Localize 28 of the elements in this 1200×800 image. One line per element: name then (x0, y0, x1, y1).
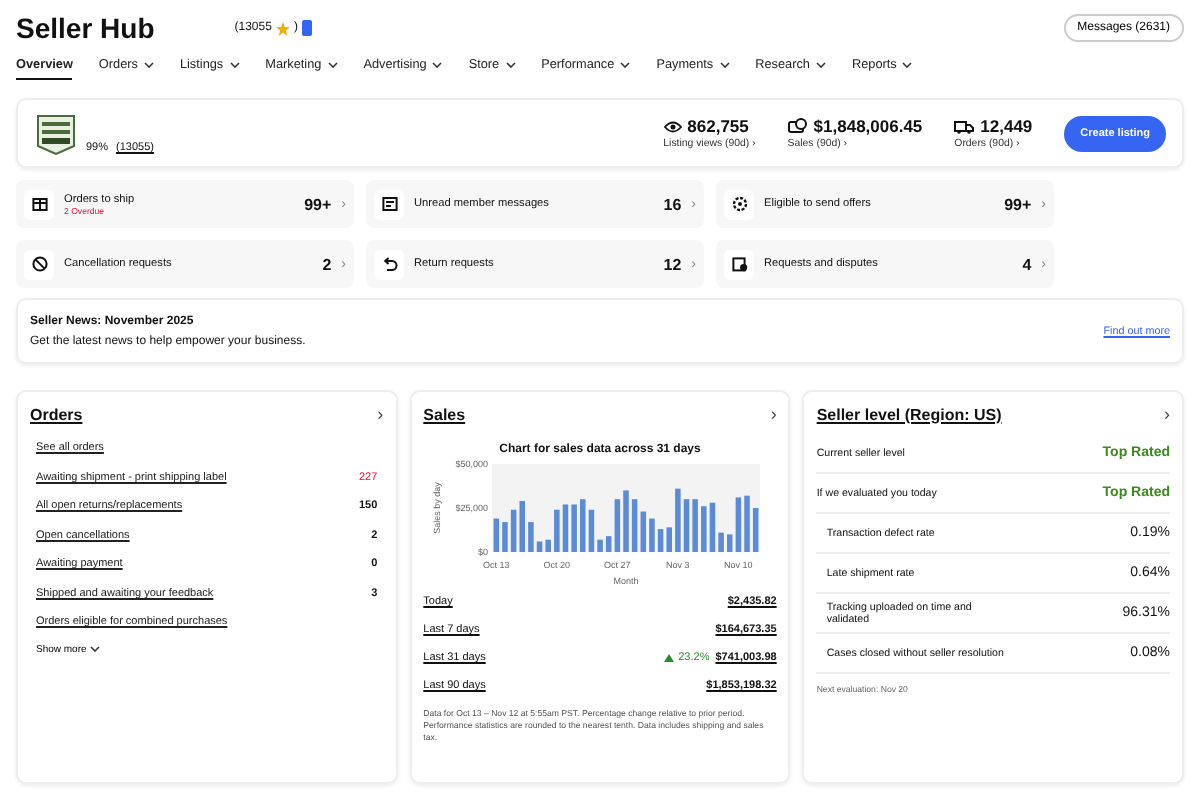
task-count: 99+ (304, 195, 332, 213)
task-count: 16 (663, 195, 682, 213)
eye-icon (663, 119, 682, 133)
star-icon (275, 21, 290, 35)
card-title[interactable]: Sales (423, 405, 466, 423)
box-icon (31, 196, 47, 212)
undo-icon (381, 256, 397, 272)
task-count: 12 (663, 255, 682, 273)
card-title[interactable]: Orders (30, 405, 83, 423)
truck-icon (954, 119, 975, 133)
stat-value: 12,449 (980, 116, 1033, 136)
card-title[interactable]: Seller level (Region: US) (816, 405, 1002, 423)
chevron-icon[interactable]: › (377, 404, 384, 424)
up-arrow-icon (664, 654, 675, 662)
stat-value: $1,848,006.45 (813, 116, 923, 136)
ban-icon (31, 256, 47, 272)
caret-icon (90, 646, 101, 652)
task-count: 2 (322, 255, 332, 273)
chevron-icon[interactable]: › (770, 404, 777, 424)
page-title: Seller Hub (16, 12, 155, 44)
store-logo-icon (34, 111, 78, 155)
money-icon (787, 118, 808, 134)
message-icon (381, 196, 397, 212)
chevron-icon[interactable]: › (1164, 404, 1170, 424)
task-count: 4 (1022, 255, 1032, 273)
stat-value: 862,755 (687, 116, 749, 136)
badge-icon (301, 20, 312, 36)
task-count: 99+ (1004, 195, 1032, 213)
